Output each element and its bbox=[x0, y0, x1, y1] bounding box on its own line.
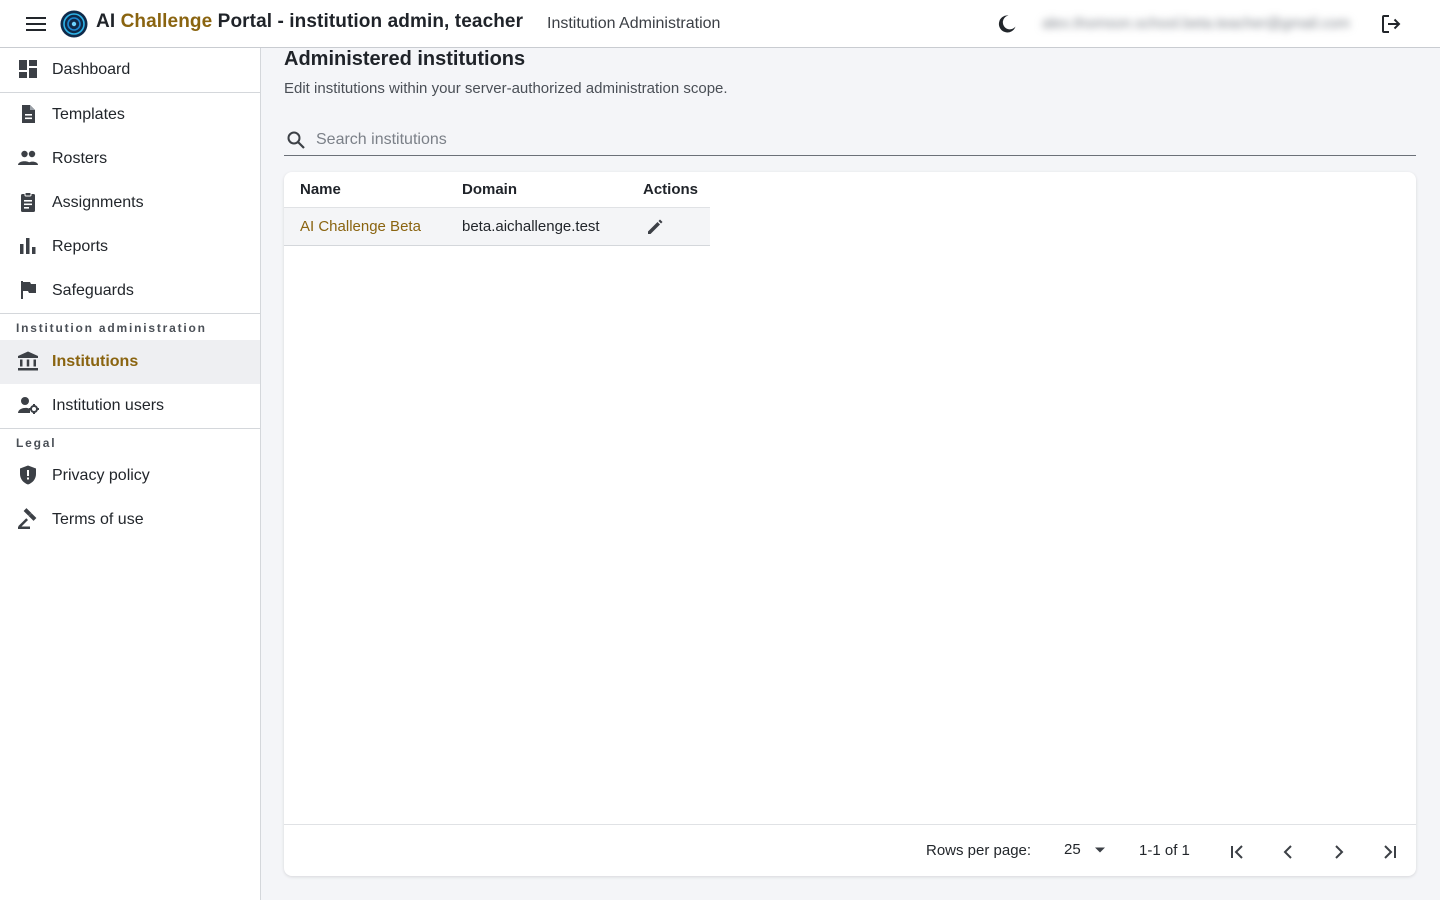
sidebar-item-label: Terms of use bbox=[52, 511, 144, 528]
sidebar-item-label: Reports bbox=[52, 238, 109, 255]
app-title-accent: Challenge bbox=[120, 11, 213, 32]
last-page-icon bbox=[1384, 845, 1396, 859]
table-footer-divider bbox=[284, 824, 1416, 825]
people-icon bbox=[18, 150, 38, 165]
first-page-icon bbox=[1231, 845, 1243, 859]
logout-icon bbox=[1382, 15, 1401, 33]
user-email: alex.thomson.school.beta.teacher@gmail.c… bbox=[1042, 15, 1350, 32]
institution-name-link[interactable]: AI Challenge Beta bbox=[300, 218, 421, 235]
sidebar-item-privacy-policy[interactable]: Privacy policy bbox=[0, 454, 260, 498]
section-label-institution-administration: Institution administration bbox=[16, 321, 207, 335]
sidebar-item-label: Privacy policy bbox=[52, 467, 150, 484]
sidebar-item-label: Assignments bbox=[52, 194, 144, 211]
rows-per-page-value: 25 bbox=[1064, 841, 1081, 858]
section-label-legal: Legal bbox=[16, 436, 57, 450]
logout-button[interactable] bbox=[1378, 11, 1404, 37]
app-title-prefix: AI bbox=[96, 11, 121, 32]
sidebar-item-label: Templates bbox=[52, 106, 125, 123]
menu-button[interactable] bbox=[22, 12, 50, 36]
bank-icon bbox=[18, 351, 38, 371]
sidebar-item-label: Rosters bbox=[52, 150, 108, 167]
caret-down-icon bbox=[1095, 847, 1105, 853]
search-icon bbox=[287, 131, 305, 149]
first-page-button[interactable] bbox=[1223, 838, 1251, 866]
institutions-table-card: Name Domain Actions AI Challenge Beta be… bbox=[284, 172, 1416, 876]
sidebar-item-label: Safeguards bbox=[52, 282, 134, 299]
sidebar-item-assignments[interactable]: Assignments bbox=[0, 181, 260, 225]
sidebar: Dashboard Templates Rosters Assignments bbox=[0, 48, 261, 900]
shield-icon bbox=[20, 465, 36, 485]
chevron-right-icon bbox=[1335, 845, 1344, 859]
edit-institution-button[interactable] bbox=[645, 217, 665, 237]
sidebar-item-dashboard[interactable]: Dashboard bbox=[0, 48, 260, 92]
sidebar-divider bbox=[0, 428, 260, 429]
sidebar-item-templates[interactable]: Templates bbox=[0, 93, 260, 137]
clipboard-icon bbox=[21, 192, 35, 212]
previous-page-button[interactable] bbox=[1274, 838, 1302, 866]
table-row: AI Challenge Beta beta.aichallenge.test bbox=[284, 208, 710, 246]
column-header-name[interactable]: Name bbox=[300, 181, 341, 198]
gavel-icon bbox=[18, 508, 37, 529]
search-field bbox=[284, 124, 1416, 156]
sidebar-item-label: Institutions bbox=[52, 353, 139, 370]
sidebar-item-institution-users[interactable]: Institution users bbox=[0, 384, 260, 428]
chevron-left-icon bbox=[1283, 845, 1292, 859]
bar-chart-icon bbox=[20, 238, 36, 254]
pagination-range: 1-1 of 1 bbox=[1139, 842, 1190, 859]
menu-icon bbox=[26, 17, 46, 31]
search-input[interactable] bbox=[316, 128, 1406, 152]
column-header-actions: Actions bbox=[643, 181, 699, 198]
page-title: Administered institutions bbox=[284, 48, 526, 70]
rows-per-page-label: Rows per page: bbox=[926, 842, 1032, 859]
page-context: Institution Administration bbox=[547, 15, 721, 32]
last-page-button[interactable] bbox=[1376, 838, 1404, 866]
sidebar-divider bbox=[0, 313, 260, 314]
sidebar-item-label: Dashboard bbox=[52, 61, 131, 78]
document-icon bbox=[22, 105, 35, 123]
institution-domain: beta.aichallenge.test bbox=[462, 218, 600, 235]
sidebar-item-reports[interactable]: Reports bbox=[0, 225, 260, 269]
moon-icon bbox=[998, 15, 1016, 33]
logo-icon bbox=[60, 10, 88, 38]
dashboard-icon bbox=[19, 60, 37, 78]
sidebar-item-terms-of-use[interactable]: Terms of use bbox=[0, 498, 260, 542]
app-title: AI Challenge Portal - institution admin,… bbox=[96, 11, 523, 33]
next-page-button[interactable] bbox=[1325, 838, 1353, 866]
sidebar-item-label: Institution users bbox=[52, 397, 165, 414]
sidebar-item-institutions[interactable]: Institutions bbox=[0, 340, 260, 384]
theme-toggle-button[interactable] bbox=[994, 11, 1020, 37]
app-title-suffix: Portal - institution admin, teacher bbox=[212, 11, 524, 32]
rows-per-page-select[interactable]: 25 bbox=[1064, 838, 1110, 864]
sidebar-item-rosters[interactable]: Rosters bbox=[0, 137, 260, 181]
flag-icon bbox=[21, 281, 36, 299]
user-settings-icon bbox=[18, 397, 39, 414]
column-header-domain[interactable]: Domain bbox=[462, 181, 517, 198]
pencil-icon bbox=[648, 219, 663, 234]
sidebar-item-safeguards[interactable]: Safeguards bbox=[0, 269, 260, 313]
top-app-bar: AI Challenge Portal - institution admin,… bbox=[0, 0, 1440, 48]
page-subtitle: Edit institutions within your server-aut… bbox=[284, 80, 728, 97]
